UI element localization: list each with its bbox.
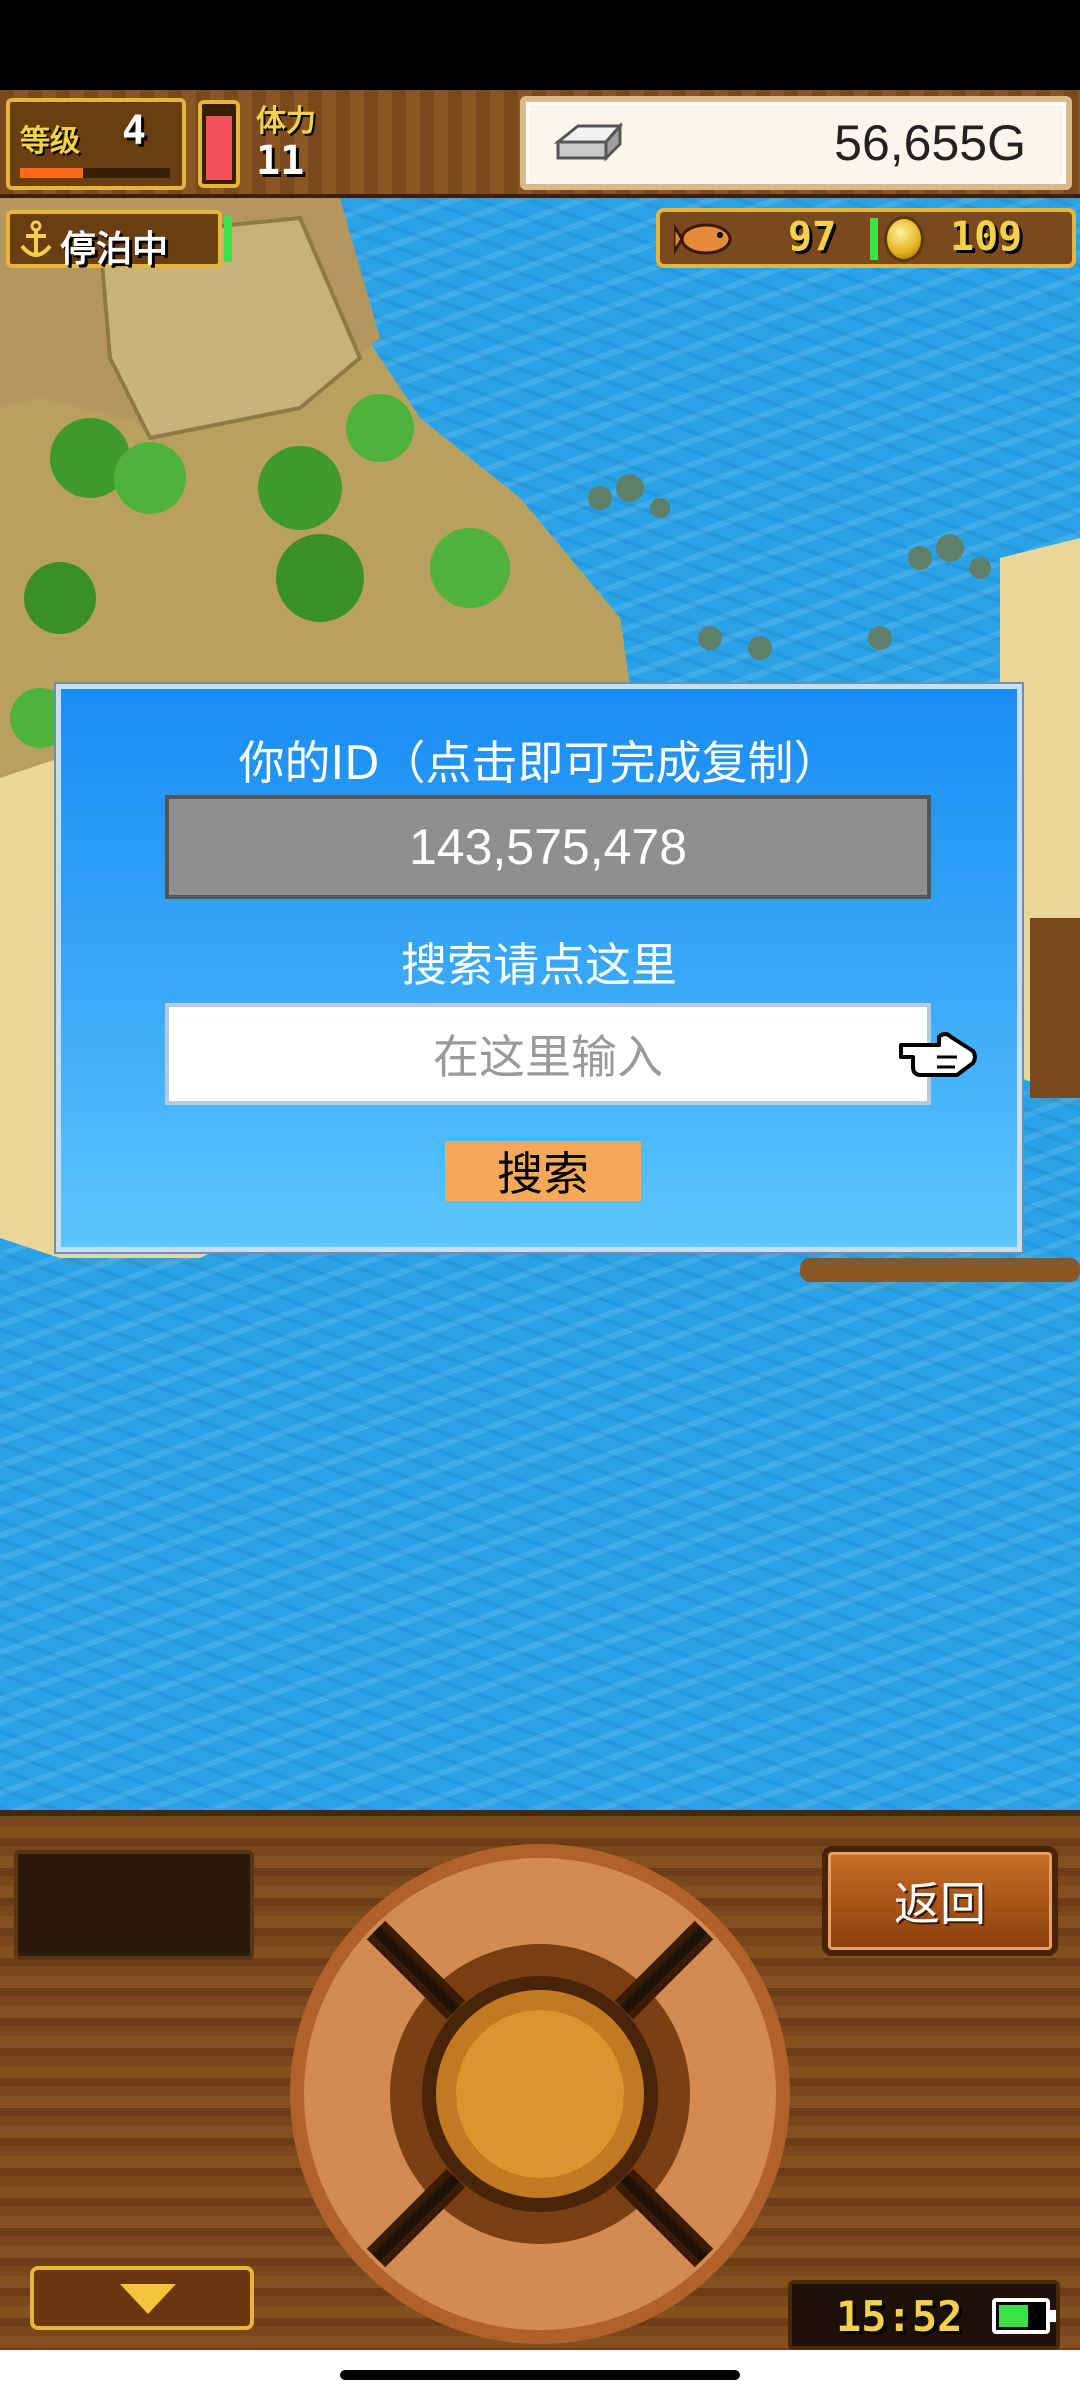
food-indicator [870, 218, 878, 260]
medal-value: 109 [950, 214, 1023, 260]
silver-bar-icon [553, 122, 624, 162]
down-arrow-icon [120, 2284, 176, 2314]
battery-icon [992, 2298, 1056, 2334]
docked-label: 停泊中 [60, 229, 169, 270]
coin-icon [884, 216, 924, 262]
steering-wheel-icon[interactable] [286, 1840, 794, 2348]
gold-panel: 56,655G [520, 96, 1072, 190]
stamina-gauge-fill [206, 116, 232, 180]
pointing-hand-icon [899, 1032, 977, 1077]
id-dialog: 你的ID（点击即可完成复制） 143,575,478 搜索请点这里 在这里输入 … [56, 684, 1022, 1252]
control-panel: 返回 15:52 [0, 1810, 1080, 2350]
docked-status[interactable]: 停泊中 [6, 210, 232, 270]
level-panel: 等级 4 [6, 98, 186, 190]
gold-value: 56,655G [834, 115, 1026, 171]
stamina-panel: 体力 11 [256, 96, 316, 184]
fish-icon [674, 223, 732, 255]
info-slot [14, 1850, 254, 1960]
level-progress-fill [20, 168, 83, 178]
level-value: 4 [122, 108, 147, 154]
stamina-label: 体力 [256, 104, 316, 139]
clock-panel: 15:52 [788, 2280, 1060, 2350]
search-input[interactable]: 在这里输入 [165, 1003, 931, 1105]
player-id-box[interactable]: 143,575,478 [165, 795, 931, 899]
docked-indicator [224, 216, 232, 262]
collapse-button[interactable] [30, 2266, 254, 2330]
resource-panel: 97 109 [656, 208, 1076, 268]
dialog-title[interactable]: 你的ID（点击即可完成复制） [61, 727, 1017, 793]
hud-status-row: 停泊中 97 109 [0, 198, 1080, 278]
battery-level [999, 2305, 1028, 2327]
clock-time: 15:52 [836, 2292, 963, 2341]
back-button[interactable]: 返回 [822, 1846, 1058, 1956]
home-indicator-area [0, 2350, 1080, 2400]
anchor-icon [20, 220, 52, 257]
stamina-gauge [198, 100, 240, 188]
level-label: 等级 [20, 124, 80, 159]
status-bar [0, 0, 1080, 90]
search-label: 搜索请点这里 [401, 938, 677, 992]
home-indicator[interactable] [340, 2370, 740, 2380]
search-button[interactable]: 搜索 [445, 1141, 641, 1201]
top-hud: 等级 4 体力 11 56,655G [0, 90, 1080, 198]
level-progress-bar [20, 168, 170, 178]
food-value: 97 [788, 214, 837, 260]
stamina-value: 11 [256, 138, 305, 184]
